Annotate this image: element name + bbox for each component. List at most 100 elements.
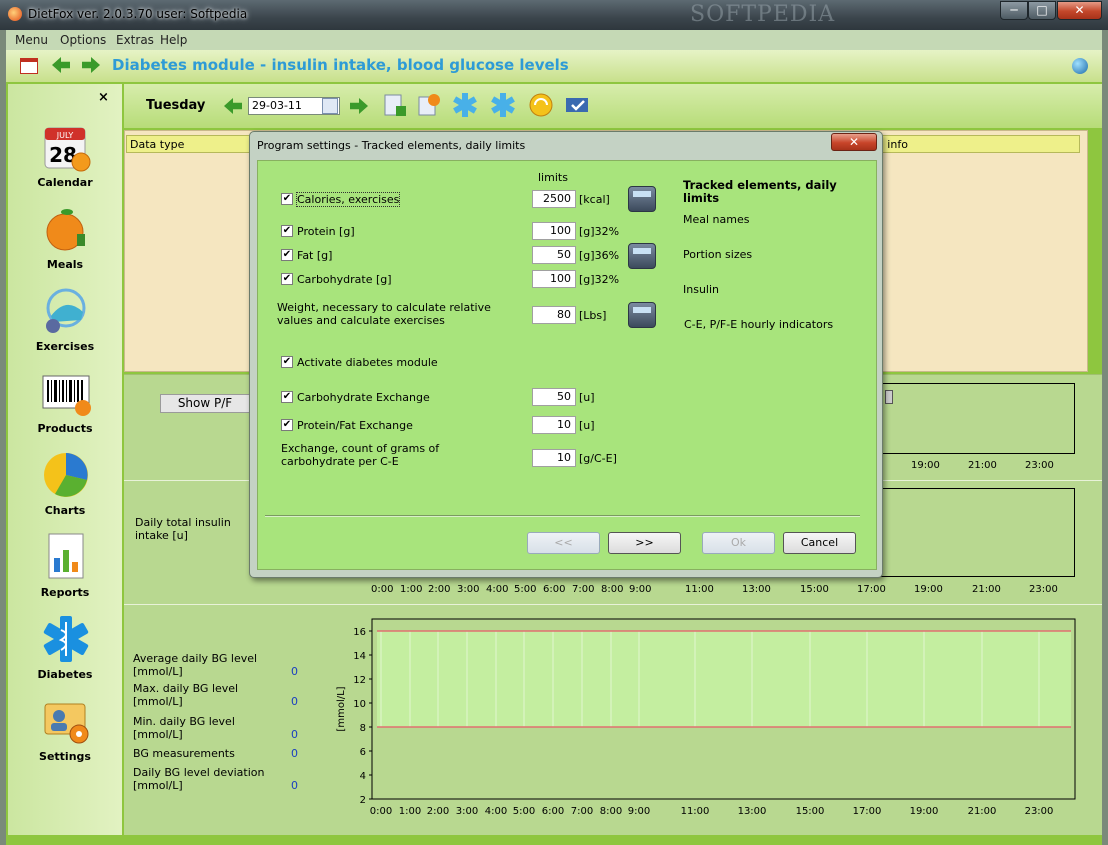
menu-item-menu[interactable]: Menu <box>15 33 48 47</box>
sidebar-item-calendar[interactable]: JULY 28 Calendar <box>8 118 122 200</box>
bg-chart: 2 4 6 8 10 12 14 16 0:00 1:00 2:00 3:00 4:00 5:00 6:0… <box>336 618 1076 817</box>
scroll-handle[interactable] <box>885 390 893 404</box>
carbohydrate-unit: [g]32% <box>579 273 620 286</box>
bg-stat-label: BG measurements <box>133 747 235 760</box>
protein-input[interactable]: 100 <box>532 222 576 240</box>
maximize-button[interactable]: □ <box>1028 1 1056 20</box>
carbohydrate-label: Carbohydrate [g] <box>297 273 392 286</box>
weight-info-icon[interactable] <box>628 302 656 328</box>
target-band <box>377 631 1071 727</box>
tick-label: 19:00 <box>914 584 943 595</box>
calories-label: Calories, exercises <box>295 192 401 207</box>
show-pf-button[interactable]: Show P/F <box>160 394 250 413</box>
calories-checkbox[interactable]: ✔ <box>281 193 293 205</box>
edit-entry-icon[interactable] <box>416 92 442 118</box>
carb-exchange-label: Carbohydrate Exchange <box>297 391 430 404</box>
calculator-icon[interactable] <box>628 186 656 212</box>
confirm-icon[interactable] <box>564 92 590 118</box>
x-tick-label: 19:00 <box>910 806 939 817</box>
menu-item-options[interactable]: Options <box>60 33 106 47</box>
sidebar-item-label: Diabetes <box>37 668 93 681</box>
title-bar[interactable]: DietFox ver. 2.0.3.70 user: Softpedia SO… <box>0 0 1108 30</box>
date-picker-icon[interactable] <box>322 98 338 114</box>
sidebar-item-reports[interactable]: Reports <box>8 528 122 610</box>
protein-checkbox[interactable]: ✔ <box>281 225 293 237</box>
forward-arrow-icon[interactable] <box>82 57 100 73</box>
weight-label: Weight, necessary to calculate relative … <box>277 301 491 327</box>
cancel-button[interactable]: Cancel <box>783 532 856 554</box>
sidebar-item-diabetes[interactable]: Diabetes <box>8 610 122 692</box>
exercise-icon <box>46 288 86 333</box>
fat-checkbox[interactable]: ✔ <box>281 249 293 261</box>
globe-icon[interactable] <box>1072 58 1088 74</box>
nav-heading[interactable]: Tracked elements, daily limits <box>683 179 863 205</box>
y-tick-label: 6 <box>360 747 366 758</box>
carbohydrate-input[interactable]: 100 <box>532 270 576 288</box>
pf-chart-area <box>878 383 1075 454</box>
sidebar-item-products[interactable]: Products <box>8 364 122 446</box>
watermark: SOFTPEDIA <box>690 2 836 27</box>
weight-input[interactable]: 80 <box>532 306 576 324</box>
sidebar-item-meals[interactable]: Meals <box>8 200 122 282</box>
calendar-small-icon[interactable] <box>20 58 38 74</box>
exchange-grams-input[interactable]: 10 <box>532 449 576 467</box>
carb-exchange-checkbox[interactable]: ✔ <box>281 391 293 403</box>
nav-item-insulin[interactable]: Insulin <box>683 283 719 296</box>
sidebar-close-button[interactable]: × <box>98 90 109 105</box>
medical-star-alt-icon[interactable] <box>490 92 516 118</box>
close-window-button[interactable]: ✕ <box>1057 1 1102 20</box>
exchange-grams-unit: [g/C-E] <box>579 452 617 465</box>
sidebar-item-label: Calendar <box>37 176 93 189</box>
tick-label: 5:00 <box>514 584 537 595</box>
pie-chart-icon <box>44 453 88 497</box>
sidebar-item-label: Meals <box>46 258 84 271</box>
x-tick-label: 23:00 <box>1025 806 1054 817</box>
tick-label: 19:00 <box>911 460 940 471</box>
ok-button[interactable]: Ok <box>702 532 775 554</box>
pf-exchange-checkbox[interactable]: ✔ <box>281 419 293 431</box>
column-header-data-type: Data type <box>130 138 185 151</box>
day-label: Tuesday <box>146 98 206 113</box>
bg-stat-label: Daily BG level deviation [mmol/L] <box>133 766 265 792</box>
activate-diabetes-checkbox[interactable]: ✔ <box>281 356 293 368</box>
fat-unit: [g]36% <box>579 249 620 262</box>
medical-star-small-icon[interactable] <box>452 92 478 118</box>
pf-exchange-input[interactable]: 10 <box>532 416 576 434</box>
tick-label: 8:00 <box>601 584 624 595</box>
dialog-close-button[interactable]: ✕ <box>831 133 877 151</box>
refresh-icon[interactable] <box>528 92 554 118</box>
x-tick-label: 6:00 <box>542 806 564 817</box>
module-title: Diabetes module - insulin intake, blood … <box>112 56 569 74</box>
menu-item-help[interactable]: Help <box>160 33 187 47</box>
bg-stat-value: 0 <box>291 747 298 760</box>
carb-exchange-input[interactable]: 50 <box>532 388 576 406</box>
activate-diabetes-label: Activate diabetes module <box>297 356 438 369</box>
menu-item-extras[interactable]: Extras <box>116 33 154 47</box>
sidebar-item-charts[interactable]: Charts <box>8 446 122 528</box>
sidebar-item-exercises[interactable]: Exercises <box>8 282 122 364</box>
tick-label: 11:00 <box>685 584 714 595</box>
nav-item-portion-sizes[interactable]: Portion sizes <box>683 248 752 261</box>
sidebar-item-settings[interactable]: Settings <box>8 692 122 774</box>
back-arrow-icon[interactable] <box>52 57 70 73</box>
minimize-button[interactable]: ─ <box>1000 1 1028 20</box>
nutrient-calculator-icon[interactable] <box>628 243 656 269</box>
dialog-title: Program settings - Tracked elements, dai… <box>257 139 526 152</box>
module-toolbar: Diabetes module - insulin intake, blood … <box>6 50 1102 82</box>
bg-stat-value: 0 <box>291 665 298 678</box>
bg-stat-value: 0 <box>291 728 298 741</box>
settings-icon <box>44 703 89 744</box>
nav-item-hourly-indicators[interactable]: C-E, P/F-E hourly indicators <box>684 318 833 331</box>
calendar-icon: JULY 28 <box>44 127 91 172</box>
y-axis-label: [mmol/L] <box>336 686 347 731</box>
fat-input[interactable]: 50 <box>532 246 576 264</box>
x-tick-label: 5:00 <box>513 806 535 817</box>
y-tick-label: 10 <box>353 699 366 710</box>
add-entry-icon[interactable] <box>382 92 408 118</box>
calories-input[interactable]: 2500 <box>532 190 576 208</box>
next-button[interactable]: >> <box>608 532 681 554</box>
prev-button[interactable]: << <box>527 532 600 554</box>
nav-item-meal-names[interactable]: Meal names <box>683 213 749 226</box>
carbohydrate-checkbox[interactable]: ✔ <box>281 273 293 285</box>
tick-label: 15:00 <box>800 584 829 595</box>
